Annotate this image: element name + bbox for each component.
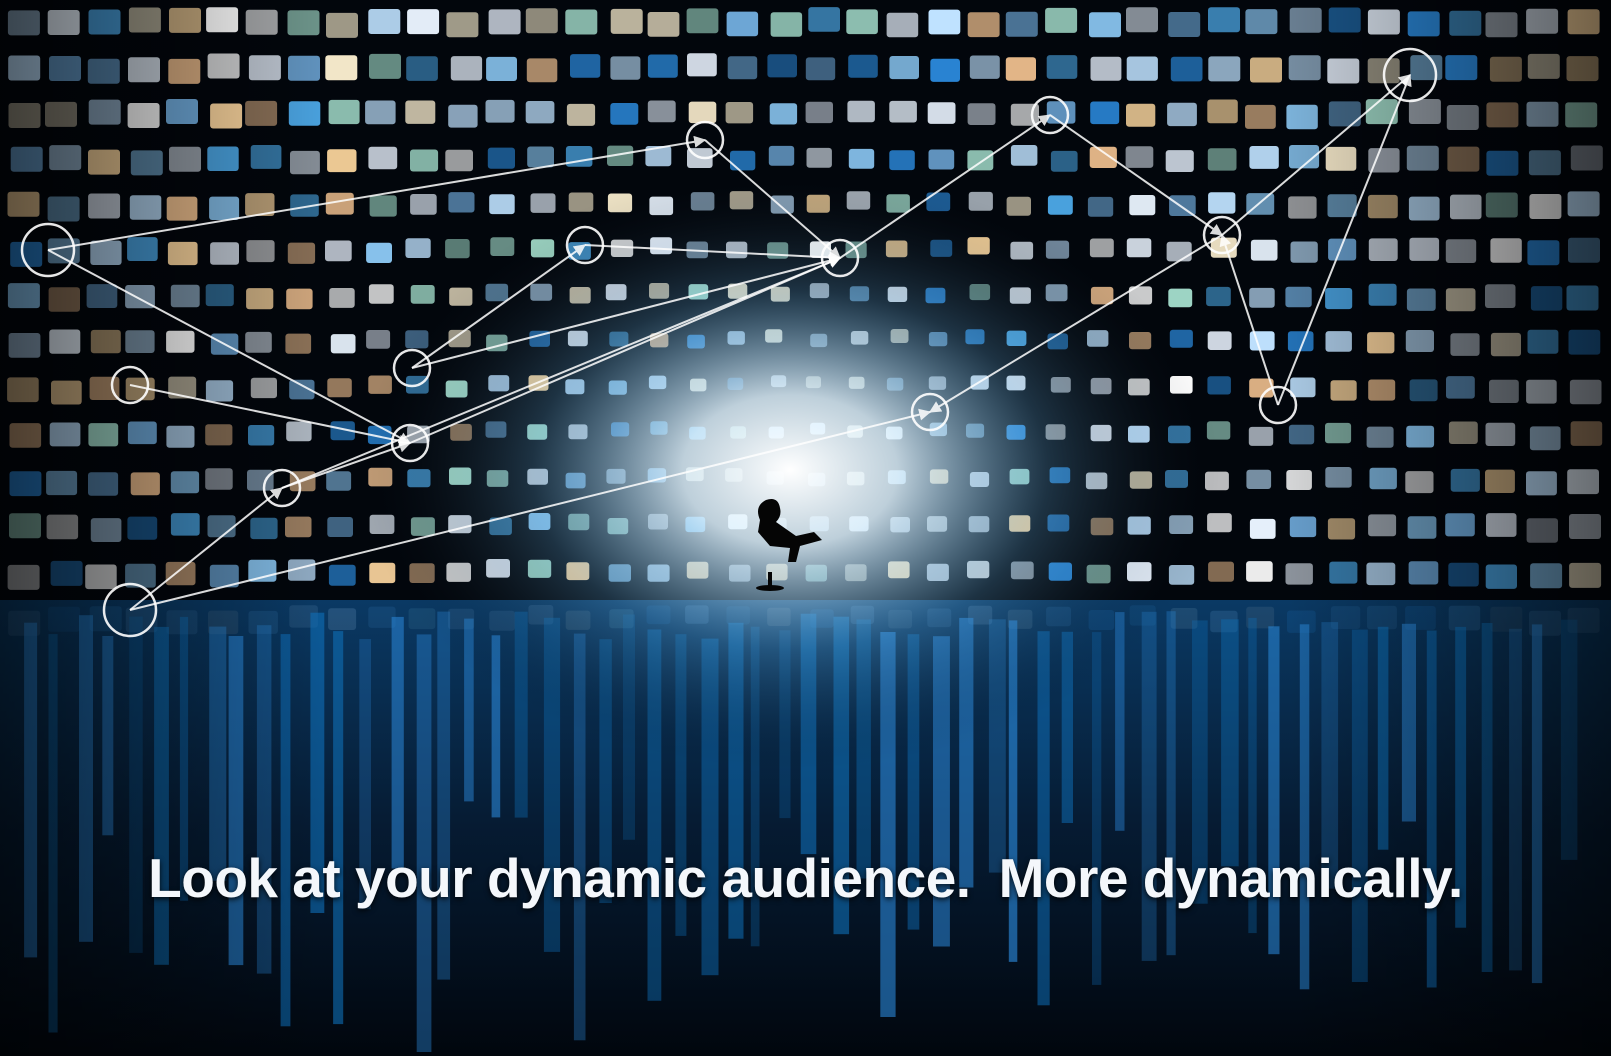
headline-part-1: Look at your dynamic audience. — [148, 847, 971, 909]
headline: Look at your dynamic audience. More dynam… — [0, 846, 1611, 910]
headline-part-2: More dynamically. — [998, 847, 1464, 909]
